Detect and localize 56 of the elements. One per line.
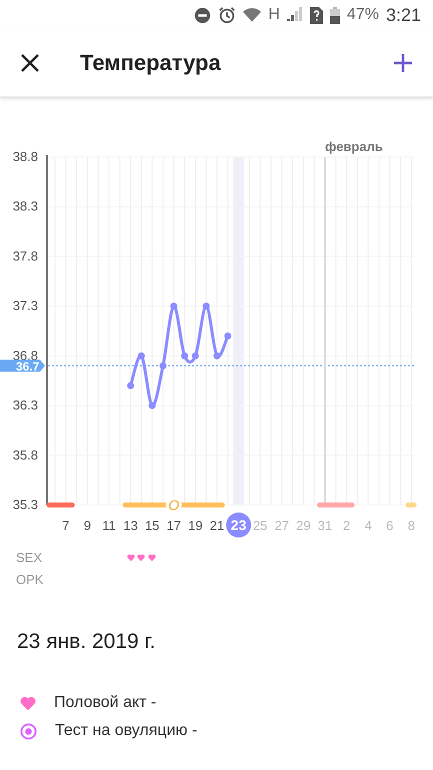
day-label[interactable]: 29 xyxy=(296,518,311,533)
screen-title: Температура xyxy=(80,50,222,76)
track-label: SEX xyxy=(16,550,42,565)
day-label[interactable]: 21 xyxy=(210,518,224,533)
y-tick-label: 36.3 xyxy=(12,398,38,413)
day-label[interactable]: 17 xyxy=(166,518,182,533)
day-label[interactable]: 7 xyxy=(62,518,70,533)
cover-line-badge: 36.7 xyxy=(0,359,45,374)
day-label[interactable]: 8 xyxy=(408,518,416,533)
day-label[interactable]: 19 xyxy=(188,518,203,533)
ovulation-marker: O xyxy=(166,497,182,513)
day-label[interactable]: 6 xyxy=(386,518,394,533)
day-label[interactable]: 31 xyxy=(318,518,332,533)
signal-icon xyxy=(286,7,303,23)
data-point xyxy=(138,352,145,360)
legend-label: Тест на овуляцию - xyxy=(55,722,198,740)
data-point xyxy=(181,352,188,360)
battery-level: 47% xyxy=(346,6,379,24)
y-tick-label: 37.8 xyxy=(12,248,38,264)
data-point xyxy=(127,382,134,390)
data-point xyxy=(192,352,199,360)
sim-card-icon xyxy=(310,6,323,24)
day-label[interactable]: 13 xyxy=(123,518,138,533)
day-label[interactable]: 4 xyxy=(364,518,372,533)
do-not-disturb-icon xyxy=(194,6,212,24)
alarm-icon xyxy=(218,6,236,24)
legend-label: Половой акт - xyxy=(54,694,156,712)
selected-day[interactable]: 23 xyxy=(226,512,252,538)
data-point xyxy=(202,302,210,310)
add-button[interactable] xyxy=(391,51,415,75)
day-label[interactable]: 15 xyxy=(144,518,160,533)
y-tick-label: 38.3 xyxy=(12,198,38,214)
data-point xyxy=(214,352,220,360)
day-label[interactable]: 27 xyxy=(274,518,290,533)
y-tick-label: 37.3 xyxy=(12,298,38,314)
heart-icon xyxy=(20,696,36,710)
month-label: февраль xyxy=(325,139,383,154)
y-tick-label: 38.8 xyxy=(12,149,38,164)
x-tick-label: 23 xyxy=(230,517,247,533)
network-type: H xyxy=(268,6,280,24)
selected-date: 23 янв. 2019 г. xyxy=(17,630,156,654)
track-label: OPK xyxy=(16,572,44,587)
wifi-icon xyxy=(243,8,262,22)
y-tick-label: 35.8 xyxy=(12,447,38,462)
day-label[interactable]: 9 xyxy=(84,518,92,533)
data-point xyxy=(224,332,232,340)
target-icon xyxy=(20,722,37,740)
battery-icon xyxy=(330,6,340,24)
day-label[interactable]: 11 xyxy=(102,518,116,533)
data-point xyxy=(170,302,178,310)
clock: 3:21 xyxy=(386,4,421,26)
data-point xyxy=(148,402,156,410)
y-tick-label: 35.3 xyxy=(12,497,38,512)
day-label[interactable]: 25 xyxy=(252,518,268,533)
day-label[interactable]: 2 xyxy=(342,518,350,533)
data-point xyxy=(160,362,166,370)
